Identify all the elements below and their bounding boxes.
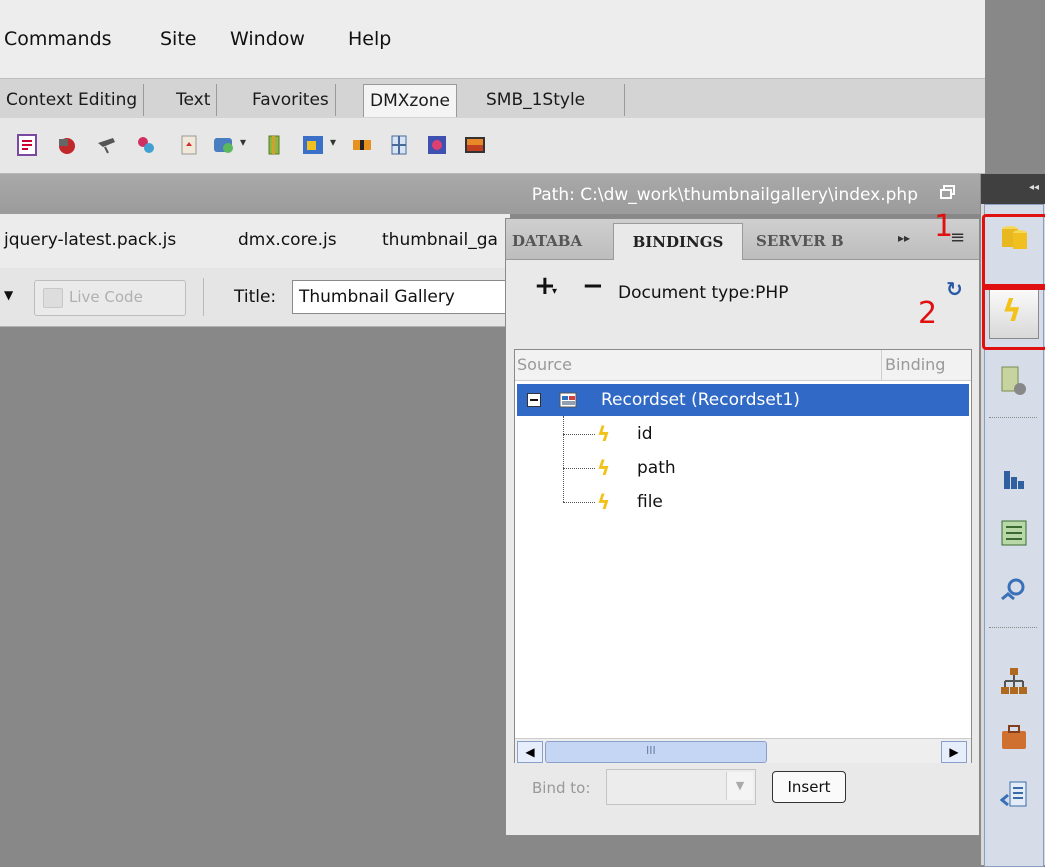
gallery-icon[interactable] — [301, 133, 325, 157]
components-icon[interactable] — [998, 463, 1030, 495]
panel-tab-bar: DATABA BINDINGS SERVER B ▸▸ ≡ — [506, 219, 979, 260]
dock-divider — [989, 417, 1037, 418]
image-add-icon[interactable] — [212, 133, 236, 157]
toolbar-divider — [203, 278, 204, 316]
field-row-file[interactable]: ϟ file — [597, 490, 797, 516]
annotation-box-2 — [982, 284, 1045, 350]
column-divider — [881, 350, 882, 380]
photo-icon[interactable] — [425, 133, 449, 157]
refresh-icon[interactable]: ↻ — [946, 277, 963, 301]
document-path-bar: Path: C:\dw_work\thumbnailgallery\index.… — [0, 174, 980, 214]
tab-databases[interactable]: DATABA — [512, 223, 612, 259]
select-arrow-icon[interactable]: ▼ — [726, 772, 753, 800]
column-source[interactable]: Source — [517, 355, 572, 374]
snippets-icon[interactable] — [998, 779, 1030, 811]
title-input-value: Thumbnail Gallery — [299, 287, 455, 307]
live-code-icon — [43, 288, 63, 308]
field-row-path[interactable]: ϟ path — [597, 456, 797, 482]
restore-window-icon[interactable] — [940, 185, 956, 199]
title-input[interactable]: Thumbnail Gallery — [292, 280, 512, 314]
network-icon[interactable] — [387, 133, 411, 157]
flash-icon[interactable] — [55, 133, 79, 157]
column-binding[interactable]: Binding — [885, 355, 945, 374]
insert-button[interactable]: Insert — [772, 771, 846, 803]
bindings-panel: DATABA BINDINGS SERVER B ▸▸ ≡ + ▾ − Docu… — [505, 218, 980, 836]
live-code-label: Live Code — [69, 288, 143, 306]
spry-icon[interactable] — [16, 133, 40, 157]
tree-connector — [563, 502, 595, 503]
bolt-icon: ϟ — [597, 490, 611, 514]
field-label: path — [637, 458, 676, 478]
scroll-grip: III — [646, 744, 656, 757]
bind-to-select[interactable]: ▼ — [606, 769, 756, 805]
tree-connector — [563, 434, 595, 435]
film-icon[interactable] — [350, 133, 374, 157]
related-files-bar: jquery-latest.pack.js dmx.core.js thumbn… — [0, 214, 510, 268]
remove-binding-button[interactable]: − — [582, 271, 604, 301]
assets-icon[interactable] — [998, 721, 1030, 753]
menu-help[interactable]: Help — [348, 28, 391, 50]
title-label: Title: — [234, 287, 277, 307]
collapse-icon[interactable] — [527, 393, 541, 407]
dropdown-arrow-icon[interactable]: ▾ — [240, 135, 246, 149]
expand-icon[interactable]: ▸▸ — [898, 231, 910, 245]
menu-site[interactable]: Site — [160, 28, 196, 50]
field-label: id — [637, 424, 653, 444]
tree-connector — [563, 468, 595, 469]
page-icon[interactable] — [177, 133, 201, 157]
add-dropdown-arrow-icon[interactable]: ▾ — [552, 286, 557, 297]
tool-icon[interactable] — [134, 133, 158, 157]
dock-header: ◂◂ — [981, 174, 1045, 204]
tab-favorites[interactable]: Favorites — [246, 84, 336, 116]
menu-window[interactable]: Window — [230, 28, 305, 50]
live-code-button[interactable]: Live Code — [34, 280, 186, 316]
tab-server-behaviors[interactable]: SERVER B — [756, 223, 846, 259]
recordset-icon — [559, 392, 577, 408]
bolt-icon: ϟ — [597, 456, 611, 480]
document-toolbar: ▼ Live Code Title: Thumbnail Gallery — [0, 268, 512, 327]
menu-commands[interactable]: Commands — [4, 28, 112, 50]
scroll-left-icon[interactable]: ◀ — [517, 741, 543, 763]
annotation-number-1: 1 — [934, 209, 954, 244]
sitemap-icon[interactable] — [998, 665, 1030, 697]
bind-to-label: Bind to: — [532, 779, 591, 797]
view-dropdown-arrow-icon[interactable]: ▼ — [4, 288, 13, 302]
file-path: Path: C:\dw_work\thumbnailgallery\index.… — [531, 185, 918, 205]
server-behaviors-icon[interactable] — [998, 365, 1030, 397]
dropdown-arrow-icon[interactable]: ▾ — [330, 135, 336, 149]
hand-icon[interactable] — [95, 133, 119, 157]
field-label: file — [637, 492, 663, 512]
recordset-row[interactable]: Recordset (Recordset1) — [517, 384, 969, 416]
tree-header: Source Binding — [515, 350, 971, 381]
document-type-label: Document type:PHP — [618, 283, 789, 303]
ap-elements-icon[interactable] — [998, 517, 1030, 549]
scroll-thumb[interactable]: III — [545, 741, 767, 763]
related-file-dmx-core[interactable]: dmx.core.js — [238, 230, 337, 250]
scroll-right-icon[interactable]: ▶ — [941, 741, 967, 763]
tab-bindings[interactable]: BINDINGS — [613, 223, 743, 260]
bolt-icon: ϟ — [597, 422, 611, 446]
tab-dmxzone[interactable]: DMXzone — [363, 84, 457, 117]
insert-bar-tabs: Context Editing Text Favorites DMXzone S… — [0, 78, 985, 118]
horizontal-scrollbar[interactable]: ◀ III ▶ — [515, 738, 971, 763]
tab-smb-1style[interactable]: SMB_1Style — [480, 84, 625, 116]
tree-connector — [563, 416, 564, 502]
code-inspector-icon[interactable] — [998, 575, 1030, 607]
annotation-box-1 — [982, 214, 1045, 290]
collapse-dock-icon[interactable]: ◂◂ — [1029, 182, 1039, 193]
dock-divider — [989, 627, 1037, 628]
menu-bar: Commands Site Window Help — [0, 0, 985, 78]
book-icon[interactable] — [263, 133, 287, 157]
field-row-id[interactable]: ϟ id — [597, 422, 797, 448]
related-file-thumbnail[interactable]: thumbnail_ga — [382, 230, 498, 250]
tab-text[interactable]: Text — [170, 84, 218, 116]
bindings-tree[interactable]: Source Binding Recordset (Recordset1) ϟ … — [514, 349, 972, 763]
related-file-jquery[interactable]: jquery-latest.pack.js — [4, 230, 176, 250]
annotation-number-2: 2 — [918, 296, 938, 331]
recordset-label: Recordset (Recordset1) — [601, 390, 800, 410]
sunset-icon[interactable] — [463, 133, 487, 157]
tab-context-editing[interactable]: Context Editing — [0, 84, 145, 116]
insert-toolbar: ▾ ▾ — [0, 118, 985, 174]
